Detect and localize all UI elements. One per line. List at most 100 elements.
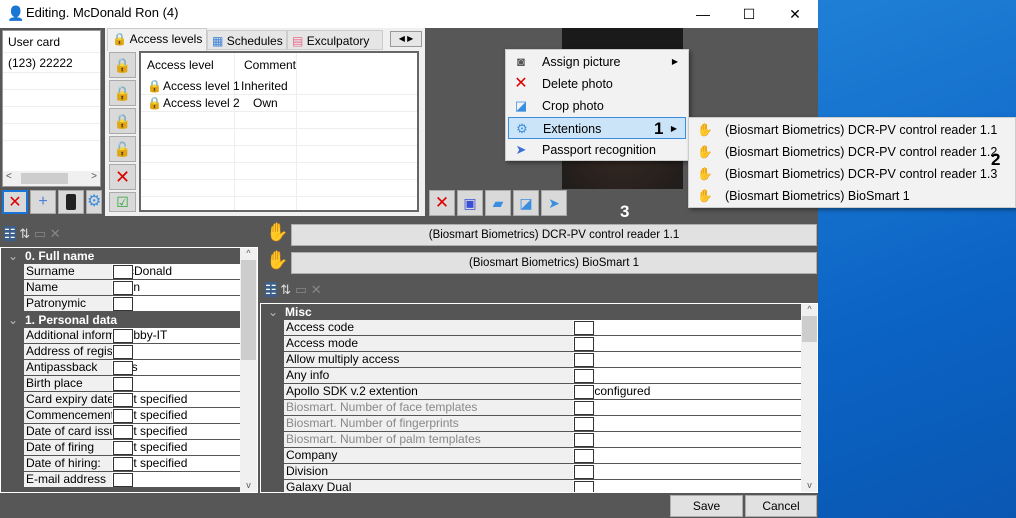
property-checkbox[interactable] xyxy=(574,321,594,335)
property-row[interactable]: Date of hiring: Not specified xyxy=(1,456,240,472)
property-checkbox[interactable] xyxy=(113,329,133,343)
vertical-scrollbar[interactable]: ^ v xyxy=(240,248,257,492)
property-row[interactable]: Apollo SDK v.2 extention Unconfigured xyxy=(261,384,801,400)
property-row[interactable]: Additional informatHobby-IT xyxy=(1,328,240,344)
property-value[interactable]: 0 xyxy=(573,400,801,416)
property-checkbox[interactable] xyxy=(113,425,133,439)
menu-item-crop-photo[interactable]: ◪ Crop photo xyxy=(508,95,686,117)
submenu-item[interactable]: ✋ (Biosmart Biometrics) BioSmart 1 xyxy=(689,185,1009,207)
save-button[interactable]: Save xyxy=(670,495,743,517)
property-checkbox[interactable] xyxy=(574,385,594,399)
gear-icon[interactable]: ⚙ xyxy=(86,190,102,214)
property-row[interactable]: Allow multiply accessNo xyxy=(261,352,801,368)
tab-access-levels[interactable]: 🔒 Access levels xyxy=(107,28,207,51)
property-value[interactable] xyxy=(573,320,801,336)
access-level-table[interactable]: Access level Comment 🔒 Access level 1 Inher… xyxy=(139,51,419,212)
deny-access-button[interactable]: 🔒 xyxy=(109,80,136,106)
clear-icon[interactable]: ✕ xyxy=(50,226,61,241)
column-header[interactable]: Comment xyxy=(244,57,296,74)
chevron-down-icon[interactable]: ⌄ xyxy=(8,248,18,264)
property-checkbox[interactable] xyxy=(574,337,594,351)
category-header[interactable]: ⌄ Misc xyxy=(261,304,801,320)
property-checkbox[interactable] xyxy=(113,297,133,311)
inherited-access-button[interactable]: 🔒 xyxy=(109,108,136,134)
card-reader-button[interactable] xyxy=(58,190,84,214)
property-value[interactable]: 0 xyxy=(573,416,801,432)
tab-exculpatory[interactable]: ▤ Exculpatory xyxy=(287,30,383,50)
property-checkbox[interactable] xyxy=(113,393,133,407)
property-row[interactable]: Commencement oNot specified xyxy=(1,408,240,424)
assign-picture-button[interactable]: ▣ xyxy=(457,190,483,216)
cancel-button[interactable]: Cancel xyxy=(745,495,817,517)
property-checkbox[interactable] xyxy=(113,457,133,471)
clear-icon[interactable]: ✕ xyxy=(311,282,322,297)
sort-alphabetical-icon[interactable]: ⇅ xyxy=(19,226,30,241)
property-row[interactable]: Surname McDonald xyxy=(1,264,240,280)
category-header[interactable]: ⌄ 1. Personal data xyxy=(1,312,240,328)
extension-field[interactable]: (Biosmart Biometrics) DCR-PV control rea… xyxy=(291,224,817,246)
property-row[interactable]: AntipassbackYes xyxy=(1,360,240,376)
property-checkbox[interactable] xyxy=(574,465,594,479)
minimize-button[interactable]: — xyxy=(680,0,726,28)
property-row[interactable]: Birth place xyxy=(1,376,240,392)
property-checkbox[interactable] xyxy=(113,281,133,295)
property-row[interactable]: Address of registra xyxy=(1,344,240,360)
property-row[interactable]: Biosmart. Number of face templates0 xyxy=(261,400,801,416)
camera-button[interactable]: ▰ xyxy=(485,190,511,216)
menu-item-delete-photo[interactable]: ✕ Delete photo xyxy=(508,73,686,95)
crop-photo-button[interactable]: ◪ xyxy=(513,190,539,216)
property-value[interactable]: 0 xyxy=(573,432,801,448)
property-row[interactable]: Galaxy DualNo xyxy=(261,480,801,492)
submenu-item[interactable]: ✋ (Biosmart Biometrics) DCR-PV control re… xyxy=(689,119,1009,141)
property-checkbox[interactable] xyxy=(574,417,594,431)
close-button[interactable]: ✕ xyxy=(772,0,818,28)
delete-card-button[interactable]: ✕ xyxy=(2,190,28,214)
property-row[interactable]: Access code xyxy=(261,320,801,336)
property-row[interactable]: E-mail address xyxy=(1,472,240,488)
property-checkbox[interactable] xyxy=(113,473,133,487)
property-row[interactable]: Biosmart. Number of fingerprints0 xyxy=(261,416,801,432)
property-value[interactable]: Unconfigured xyxy=(573,384,801,400)
property-value[interactable]: No xyxy=(573,352,801,368)
menu-item-extentions[interactable]: ⚙ Extentions 1 ▶ xyxy=(508,117,686,139)
submenu-item[interactable]: ✋ (Biosmart Biometrics) DCR-PV control re… xyxy=(689,141,1009,163)
property-pages-icon[interactable]: ▭ xyxy=(34,226,46,241)
delete-photo-button[interactable]: ✕ xyxy=(429,190,455,216)
property-row[interactable]: Division xyxy=(261,464,801,480)
categorized-view-icon[interactable]: ☷ xyxy=(265,282,277,297)
column-header[interactable]: Access level xyxy=(147,57,214,74)
property-checkbox[interactable] xyxy=(574,369,594,383)
add-card-button[interactable]: + xyxy=(30,190,56,214)
tab-scroll-arrows[interactable]: ◀ ▶ xyxy=(390,31,422,47)
vertical-scrollbar[interactable]: ^ v xyxy=(801,304,817,492)
property-checkbox[interactable] xyxy=(113,361,133,375)
delete-access-level-button[interactable]: ✕ xyxy=(109,164,136,190)
right-property-grid[interactable]: ^v ⌄MiscAccess codeAccess mode0Allow mul… xyxy=(260,303,818,493)
left-property-grid[interactable]: ^v ⌄0. Full nameSurnameMcDonaldNameRonPa… xyxy=(0,247,258,493)
property-row[interactable]: Patronymic xyxy=(1,296,240,312)
property-checkbox[interactable] xyxy=(113,441,133,455)
property-row[interactable]: Biosmart. Number of palm templates0 xyxy=(261,432,801,448)
property-row[interactable]: Any info xyxy=(261,368,801,384)
property-value[interactable] xyxy=(573,368,801,384)
property-checkbox[interactable] xyxy=(574,401,594,415)
property-row[interactable]: Card expiry date Not specified xyxy=(1,392,240,408)
user-card-list[interactable]: User card (123) 22222 < > xyxy=(2,30,101,187)
property-checkbox[interactable] xyxy=(113,377,133,391)
categorized-view-icon[interactable]: ☷ xyxy=(4,226,16,241)
property-value[interactable]: 0 xyxy=(573,336,801,352)
remove-inherited-button[interactable]: 🔓 xyxy=(109,136,136,162)
chevron-down-icon[interactable]: ⌄ xyxy=(268,304,278,320)
tab-schedules[interactable]: ▦ Schedules xyxy=(207,30,287,50)
property-row[interactable]: Access mode0 xyxy=(261,336,801,352)
check-list-button[interactable]: ☑ xyxy=(109,192,136,212)
property-row[interactable]: NameRon xyxy=(1,280,240,296)
list-item[interactable]: User card xyxy=(3,31,100,53)
add-access-level-button[interactable]: 🔒 xyxy=(109,52,136,78)
property-value[interactable]: No xyxy=(573,480,801,492)
property-checkbox[interactable] xyxy=(574,433,594,447)
extension-field[interactable]: (Biosmart Biometrics) BioSmart 1 xyxy=(291,252,817,274)
horizontal-scrollbar[interactable]: < > xyxy=(3,171,100,186)
property-checkbox[interactable] xyxy=(113,345,133,359)
sort-alphabetical-icon[interactable]: ⇅ xyxy=(280,282,291,297)
